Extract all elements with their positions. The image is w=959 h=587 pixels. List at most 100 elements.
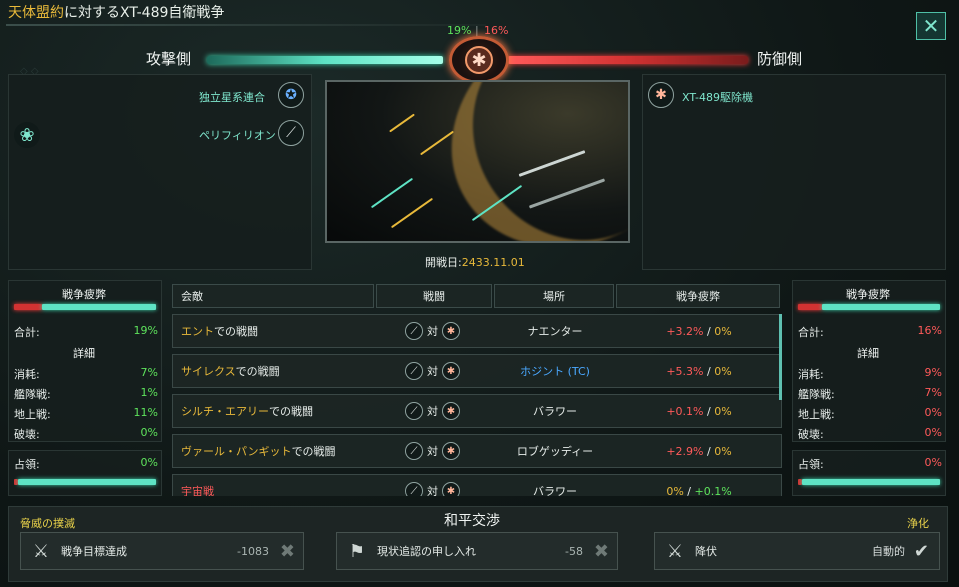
fatigue-slash: / [707, 364, 711, 378]
defender-pct: 16% [484, 24, 509, 37]
table-row[interactable]: エント での戦闘 ⟋ 対 ✱ ナエンター +3.2% / 0% [172, 314, 782, 348]
title-underline [6, 24, 486, 26]
fatigue-slash: / [707, 324, 711, 338]
battle-table: 会敵 戦闘 場所 戦争疲弊 エント での戦闘 ⟋ 対 ✱ ナエンター +3.2% / … [172, 284, 782, 496]
fatigue-defender: 0% [714, 444, 732, 458]
defender-war-goal: 浄化 [907, 517, 929, 530]
right-fatigue-bar-red [798, 304, 822, 310]
left-detail-title: 詳細 [73, 347, 95, 360]
left-detail-row: 消耗: 7% [14, 366, 158, 382]
battle-location: ロブゲッディー [516, 445, 594, 458]
option-value: 自動的 [872, 545, 905, 558]
right-total-label: 合計: [798, 326, 824, 339]
surrender-swords-icon: ⚔ [666, 540, 684, 562]
title-highlight: 天体盟約 [8, 5, 64, 21]
battle-suffix: での戦闘 [235, 365, 280, 378]
laurel-emblem-icon: ❀ [14, 122, 40, 148]
federation-emblem-icon[interactable]: ✪ [278, 82, 304, 108]
unavailable-icon: ✖ [279, 540, 295, 562]
battle-location[interactable]: ホジント (TC) [495, 355, 615, 387]
attacker-name-1[interactable]: 独立星系連合 [199, 89, 265, 105]
checkmark-icon: ✔ [913, 540, 929, 562]
table-row[interactable]: ヴァール・パンギット での戦闘 ⟋ 対 ✱ ロブゲッディー +2.9% / 0% [172, 434, 782, 468]
left-fatigue-bar-green [42, 304, 156, 310]
option-surrender-button[interactable]: ⚔ 降伏 自動的 ✔ [654, 532, 940, 570]
right-detail-value: 0% [924, 426, 942, 439]
crossed-swords-icon: ⚔ [32, 540, 50, 562]
right-detail-label: 艦隊戦: [798, 388, 835, 401]
defender-fatigue-bar [508, 56, 748, 64]
option-war-goal-button[interactable]: ⚔ 戦争目標達成 -1083 ✖ [20, 532, 304, 570]
left-occupation-label: 占領: [14, 458, 40, 471]
war-emblem: ✱ [449, 36, 509, 84]
table-row[interactable]: サイレクス での戦闘 ⟋ 対 ✱ ホジント (TC) +5.3% / 0% [172, 354, 782, 388]
fatigue-attacker: +2.9% [666, 444, 704, 458]
right-detail-label: 地上戦: [798, 408, 835, 421]
column-header[interactable]: 戦闘 [376, 284, 492, 308]
close-button[interactable]: ✕ [916, 12, 946, 40]
table-row[interactable]: 宇宙戦 ⟋ 対 ✱ バラワー 0% / +0.1% [172, 474, 782, 496]
left-detail-value: 0% [140, 426, 158, 439]
versus-label: 対 [427, 365, 438, 378]
war-start-date: 開戦日:2433.11.01 [425, 254, 525, 270]
fatigue-defender: 0% [714, 364, 732, 378]
battle-image [325, 80, 630, 243]
fatigue-attacker: +0.1% [666, 404, 704, 418]
blade-emblem-icon: ⟋ [405, 442, 423, 460]
blade-emblem-icon: ⟋ [405, 482, 423, 496]
close-icon: ✕ [922, 14, 940, 38]
column-header[interactable]: 場所 [494, 284, 614, 308]
battle-suffix: での戦闘 [291, 445, 336, 458]
battle-suffix: での戦闘 [214, 325, 258, 338]
table-row[interactable]: シルチ・エアリー での戦闘 ⟋ 対 ✱ バラワー +0.1% / 0% [172, 394, 782, 428]
option-label: 現状追認の申し入れ [377, 545, 476, 558]
versus-label: 対 [427, 445, 438, 458]
peace-title: 和平交渉 [444, 513, 500, 529]
versus-label: 対 [427, 485, 438, 496]
right-detail-row: 破壊: 0% [798, 426, 942, 442]
left-detail-label: 破壊: [14, 428, 40, 441]
handshake-icon: ⚑ [348, 540, 366, 562]
right-detail-value: 7% [924, 386, 942, 399]
fatigue-attacker: 0% [666, 484, 684, 497]
option-status-quo-button[interactable]: ⚑ 現状追認の申し入れ -58 ✖ [336, 532, 618, 570]
column-header[interactable]: 会敵 [172, 284, 374, 308]
war-start-label: 開戦日: [425, 256, 462, 269]
right-fatigue-title: 戦争疲弊 [846, 288, 890, 301]
column-header[interactable]: 戦争疲弊 [616, 284, 780, 308]
attacker-fatigue-bar [207, 56, 443, 64]
attacker-name-2[interactable]: ペリフィリオン [199, 127, 276, 143]
battle-place: サイレクス [181, 365, 236, 378]
laser-streak [390, 197, 434, 229]
right-detail-row: 地上戦: 0% [798, 406, 942, 422]
right-detail-label: 消耗: [798, 368, 824, 381]
right-detail-row: 艦隊戦: 7% [798, 386, 942, 402]
left-total-row: 合計: 19% [14, 324, 158, 340]
right-fatigue-bar-green [822, 304, 940, 310]
window-title: 天体盟約に対するXT-489自衛戦争 [8, 2, 224, 22]
defender-name-1[interactable]: XT-489駆除機 [682, 89, 753, 105]
left-detail-value: 1% [140, 386, 158, 399]
option-label: 降伏 [695, 545, 717, 558]
battle-suffix: での戦闘 [269, 405, 313, 418]
left-occupation-row: 占領: 0% [14, 456, 158, 472]
battle-location: ナエンター [527, 325, 583, 338]
table-scrollbar[interactable] [779, 314, 782, 400]
attacker-label: 攻撃側 [146, 50, 192, 68]
left-occupation-bar-green [18, 479, 156, 485]
left-fatigue-bar-red [14, 304, 42, 310]
attacker-war-goal: 脅威の撲滅 [20, 517, 75, 530]
left-detail-row: 破壊: 0% [14, 426, 158, 442]
versus-label: 対 [427, 325, 438, 338]
machine-emblem-icon[interactable]: ✱ [648, 82, 674, 108]
fatigue-defender: 0% [714, 404, 732, 418]
left-detail-label: 艦隊戦: [14, 388, 51, 401]
laser-streak [389, 113, 415, 133]
right-total-row: 合計: 16% [798, 324, 942, 340]
war-start-value: 2433.11.01 [461, 256, 525, 269]
battle-place: エント [181, 325, 214, 338]
fatigue-attacker: +5.3% [666, 364, 704, 378]
machine-emblem-icon: ✱ [442, 402, 460, 420]
battle-place: シルチ・エアリー [181, 405, 269, 418]
blade-emblem-icon[interactable]: ⟋ [278, 120, 304, 146]
